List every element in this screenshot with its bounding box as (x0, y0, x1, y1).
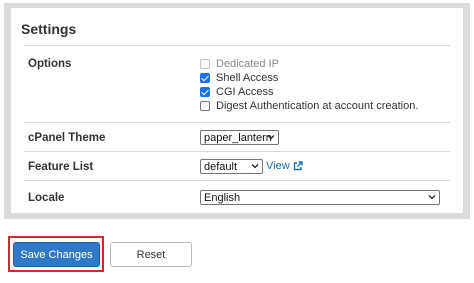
cpanel-theme-label: cPanel Theme (28, 132, 106, 144)
options-label: Options (28, 58, 72, 70)
divider (24, 180, 450, 181)
option-cgi-access[interactable]: CGI Access (200, 85, 273, 99)
divider (24, 122, 450, 123)
chevron-down-icon (428, 195, 436, 200)
feature-list-value: default (204, 160, 238, 173)
chevron-down-icon (267, 135, 275, 140)
feature-list-label: Feature List (28, 161, 94, 173)
option-dedicated-ip: Dedicated IP (200, 57, 279, 71)
feature-list-select[interactable]: default (200, 159, 263, 174)
panel-title: Settings (21, 21, 77, 37)
settings-panel-frame: Settings Options Dedicated IP Shell Acce… (4, 3, 470, 219)
dedicated-ip-checkbox (200, 59, 210, 69)
cgi-access-label[interactable]: CGI Access (216, 86, 273, 98)
reset-button[interactable]: Reset (110, 242, 192, 267)
digest-auth-label[interactable]: Digest Authentication at account creatio… (216, 100, 418, 112)
option-digest-auth[interactable]: Digest Authentication at account creatio… (200, 99, 418, 113)
feature-list-view-link[interactable]: View (266, 160, 303, 172)
settings-panel: Settings Options Dedicated IP Shell Acce… (11, 8, 463, 213)
locale-label: Locale (28, 192, 65, 204)
dedicated-ip-label: Dedicated IP (216, 58, 279, 70)
save-changes-button[interactable]: Save Changes (13, 242, 100, 267)
shell-access-label[interactable]: Shell Access (216, 72, 278, 84)
shell-access-checkbox[interactable] (200, 73, 210, 83)
divider (24, 151, 450, 152)
digest-auth-checkbox[interactable] (200, 101, 210, 111)
divider (24, 45, 450, 46)
external-link-icon[interactable] (293, 161, 303, 171)
view-link-label[interactable]: View (266, 160, 290, 172)
locale-select[interactable]: English (200, 190, 440, 205)
locale-value: English (204, 191, 241, 204)
option-shell-access[interactable]: Shell Access (200, 71, 278, 85)
chevron-down-icon (251, 164, 259, 169)
cpanel-theme-value: paper_lantern (204, 131, 272, 144)
cpanel-theme-select[interactable]: paper_lantern (200, 130, 279, 145)
cgi-access-checkbox[interactable] (200, 87, 210, 97)
